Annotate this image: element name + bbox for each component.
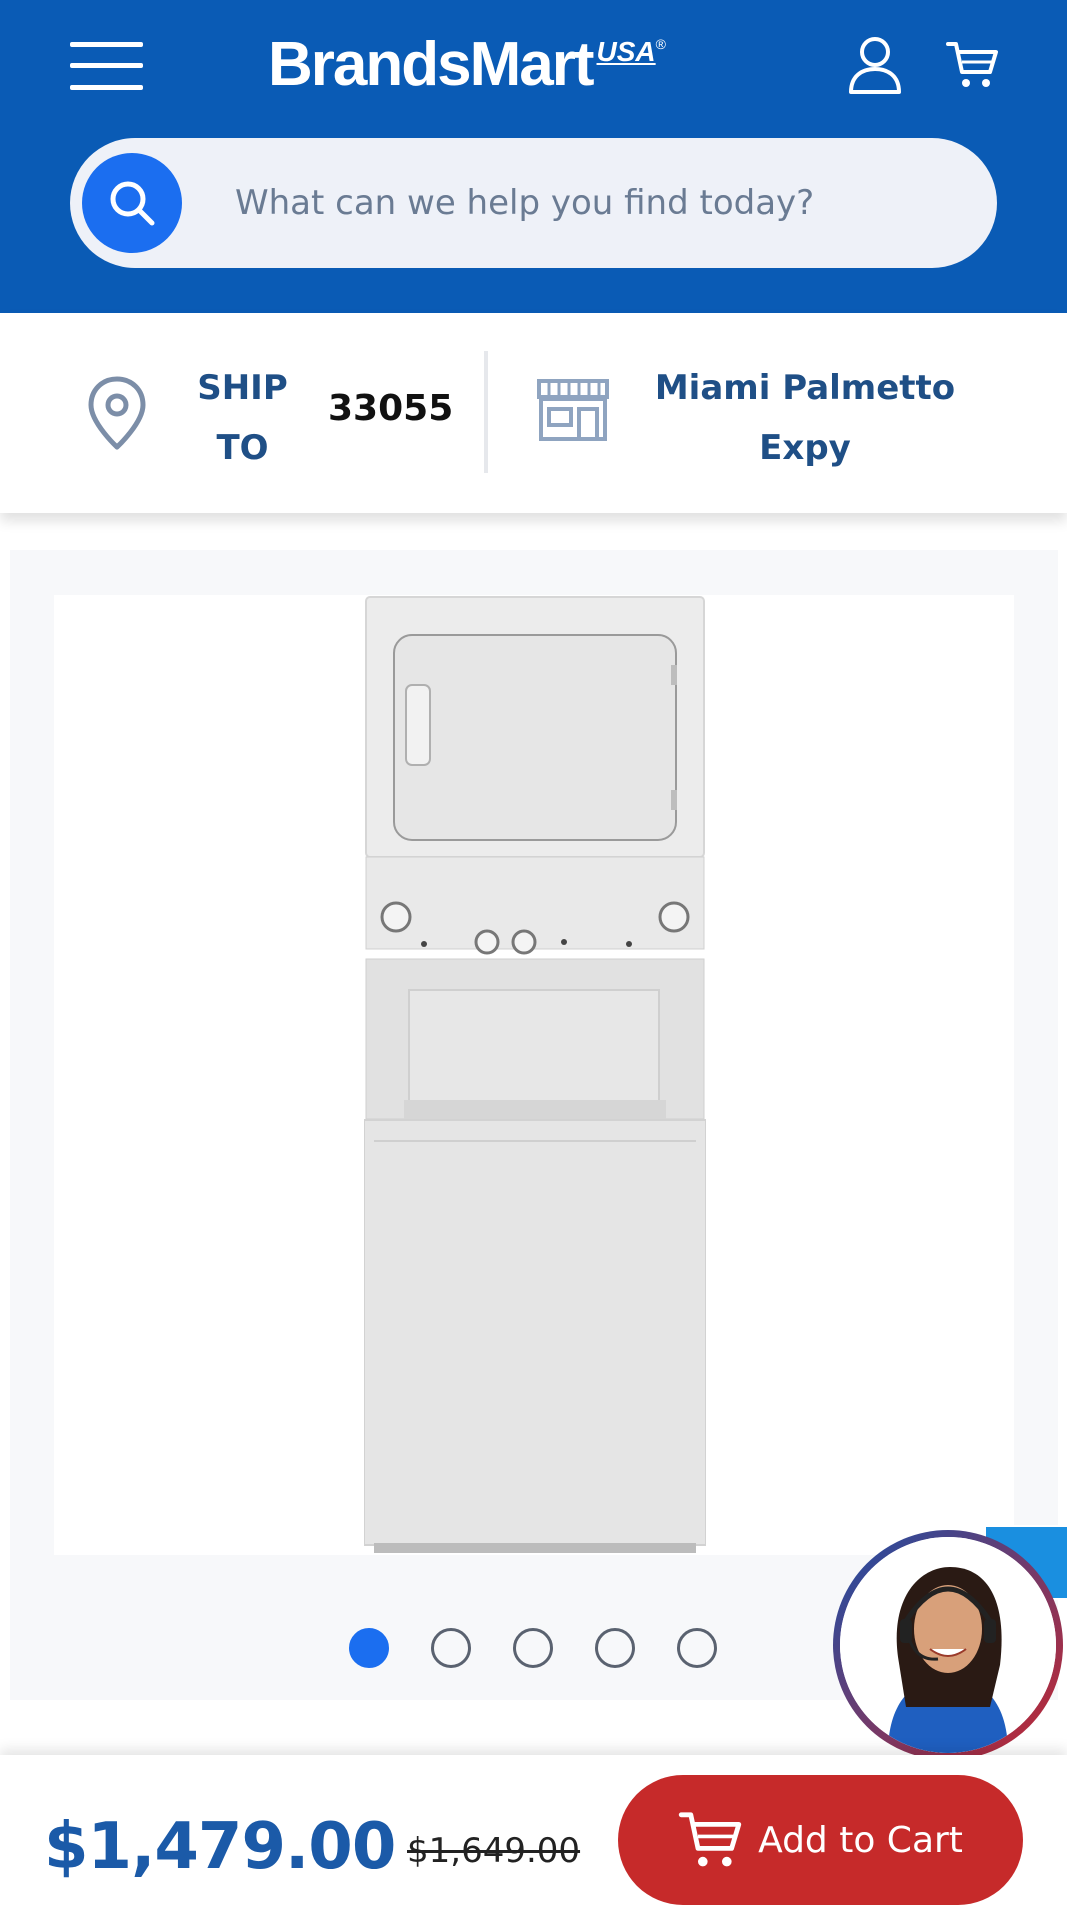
- store-icon[interactable]: [535, 377, 611, 443]
- support-agent-avatar: [840, 1537, 1056, 1753]
- site-header: BrandsMart USA ®: [0, 0, 1067, 313]
- search-button[interactable]: [82, 153, 182, 253]
- store-name-line2: Expy: [759, 428, 851, 468]
- add-to-cart-button[interactable]: Add to Cart: [618, 1775, 1023, 1905]
- brand-logo[interactable]: BrandsMart USA ®: [268, 30, 666, 100]
- store-name-line1: Miami Palmetto: [654, 368, 956, 408]
- purchase-bar: $1,479.00 $1,649.00 Add to Cart: [0, 1755, 1067, 1920]
- cart-icon[interactable]: [946, 40, 998, 90]
- support-agent-icon: [840, 1537, 1056, 1753]
- add-to-cart-label: Add to Cart: [758, 1819, 963, 1861]
- location-divider: [484, 351, 488, 473]
- hamburger-menu-icon[interactable]: [70, 42, 143, 90]
- original-price: $1,649.00: [407, 1831, 581, 1871]
- brand-logo-text: BrandsMart: [268, 30, 595, 99]
- gallery-pagination: [349, 1628, 717, 1668]
- search-bar: [70, 138, 997, 268]
- brand-logo-registered: ®: [655, 36, 666, 52]
- ship-to-line2: TO: [216, 428, 269, 468]
- location-bar: SHIP TO 33055 Miami Palmetto Expy: [0, 313, 1067, 513]
- cart-icon: [678, 1812, 742, 1867]
- current-price: $1,479.00: [44, 1810, 396, 1884]
- location-pin-icon[interactable]: [86, 375, 148, 451]
- washer-dryer-image: [364, 596, 706, 1553]
- gallery-dot-1[interactable]: [349, 1628, 389, 1668]
- gallery-dot-3[interactable]: [513, 1628, 553, 1668]
- brand-logo-usa: USA: [596, 36, 656, 67]
- gallery-dot-5[interactable]: [677, 1628, 717, 1668]
- product-image[interactable]: [54, 595, 1067, 1600]
- zip-code[interactable]: 33055: [328, 388, 453, 429]
- search-input[interactable]: [235, 168, 955, 238]
- chat-support-button[interactable]: [833, 1530, 1063, 1760]
- store-name[interactable]: Miami Palmetto Expy: [640, 358, 970, 478]
- gallery-dot-2[interactable]: [431, 1628, 471, 1668]
- gallery-dot-4[interactable]: [595, 1628, 635, 1668]
- user-icon[interactable]: [848, 36, 902, 94]
- product-gallery[interactable]: [10, 550, 1067, 1700]
- ship-to-line1: SHIP: [197, 368, 288, 408]
- ship-to-label[interactable]: SHIP TO: [190, 358, 295, 478]
- search-icon: [110, 181, 155, 226]
